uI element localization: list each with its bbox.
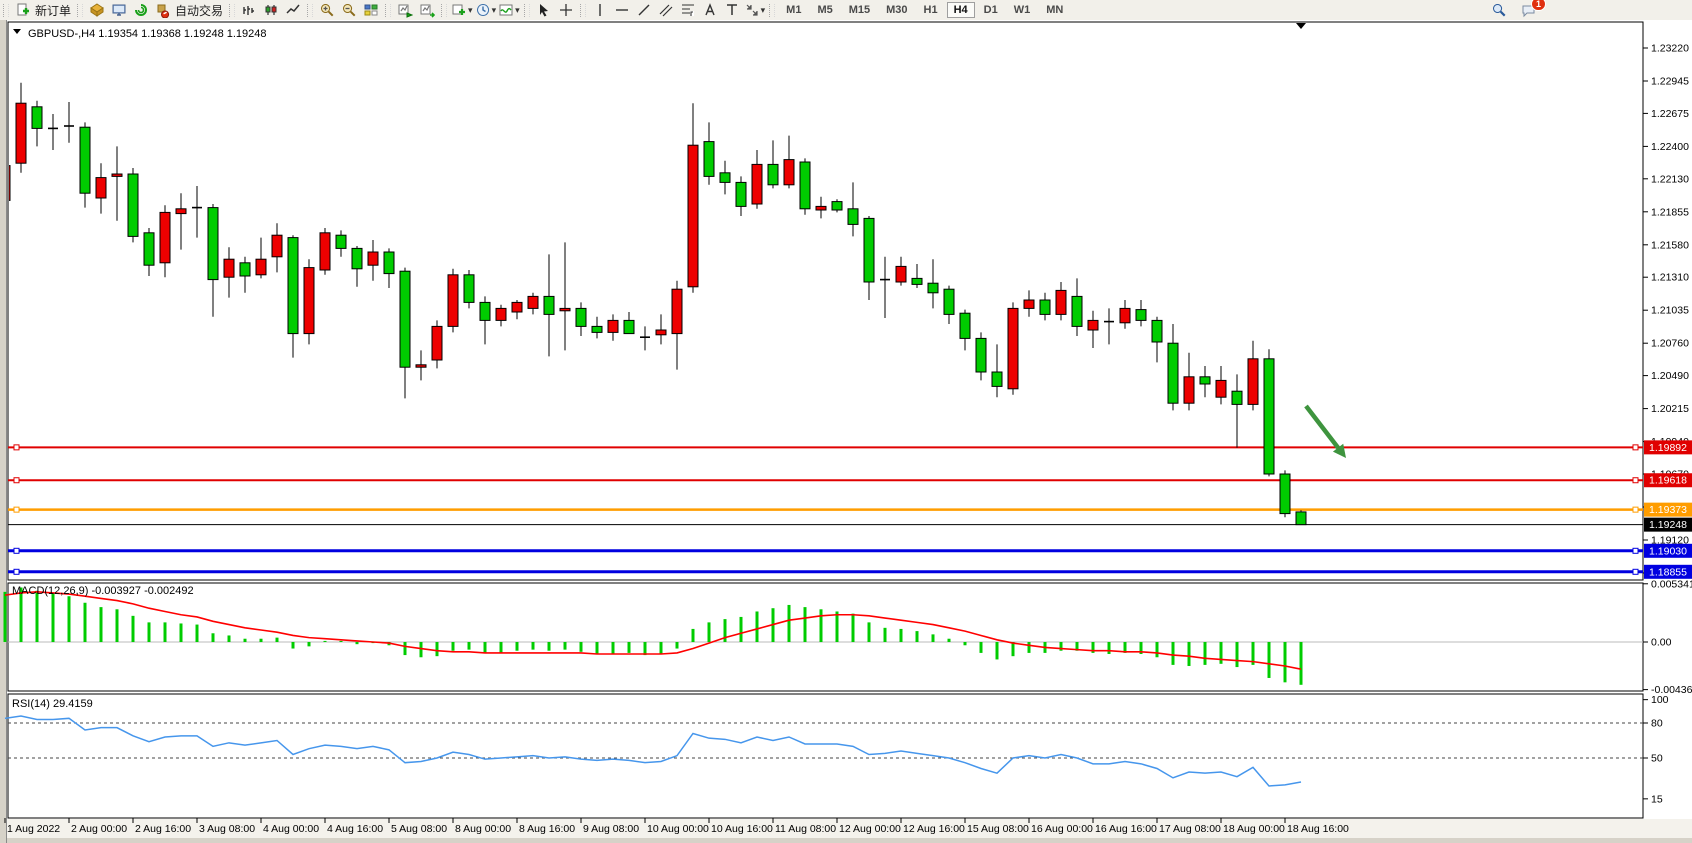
svg-text:15: 15 [1651, 793, 1663, 805]
mt4-window: { "toolbar": { "groups": [ {"items":[{"n… [0, 0, 1692, 843]
svg-text:1.21580: 1.21580 [1651, 239, 1689, 251]
svg-text:1.21310: 1.21310 [1651, 272, 1689, 284]
svg-text:1.18855: 1.18855 [1649, 566, 1687, 578]
svg-text:1.19892: 1.19892 [1649, 442, 1687, 454]
svg-text:11 Aug 08:00: 11 Aug 08:00 [775, 823, 836, 835]
chart-window: 1.23220 1.22945 1.22675 1.22400 1.22130 1.218… [0, 0, 1692, 843]
svg-text:1.20490: 1.20490 [1651, 370, 1689, 382]
svg-text:1.19248: 1.19248 [1649, 519, 1687, 531]
svg-text:1.22675: 1.22675 [1651, 108, 1689, 120]
rsi-label: RSI(14) 29.4159 [12, 698, 93, 710]
svg-text:3 Aug 08:00: 3 Aug 08:00 [199, 823, 255, 835]
svg-text:1.20215: 1.20215 [1651, 403, 1689, 415]
svg-text:8 Aug 00:00: 8 Aug 00:00 [455, 823, 511, 835]
svg-text:17 Aug 08:00: 17 Aug 08:00 [1159, 823, 1221, 835]
svg-text:0.005341: 0.005341 [1651, 578, 1692, 590]
svg-text:15 Aug 08:00: 15 Aug 08:00 [967, 823, 1029, 835]
svg-text:1.21035: 1.21035 [1651, 305, 1689, 317]
svg-text:18 Aug 00:00: 18 Aug 00:00 [1223, 823, 1285, 835]
svg-text:18 Aug 16:00: 18 Aug 16:00 [1287, 823, 1349, 835]
window-bottom-edge [0, 838, 1692, 843]
svg-text:16 Aug 00:00: 16 Aug 00:00 [1031, 823, 1093, 835]
symbol-quote-text: GBPUSD-,H4 1.19354 1.19368 1.19248 1.192… [28, 28, 267, 40]
svg-text:0.00: 0.00 [1651, 637, 1672, 649]
macd-label: MACD(12,26,9) -0.003927 -0.002492 [12, 585, 194, 597]
window-left-edge [0, 20, 6, 843]
svg-text:9 Aug 08:00: 9 Aug 08:00 [583, 823, 639, 835]
svg-text:4 Aug 16:00: 4 Aug 16:00 [327, 823, 383, 835]
svg-text:12 Aug 16:00: 12 Aug 16:00 [903, 823, 965, 835]
svg-text:4 Aug 00:00: 4 Aug 00:00 [263, 823, 319, 835]
svg-text:80: 80 [1651, 717, 1663, 729]
svg-text:5 Aug 08:00: 5 Aug 08:00 [391, 823, 447, 835]
svg-text:100: 100 [1651, 694, 1669, 706]
chart-background [0, 20, 1692, 843]
svg-text:10 Aug 16:00: 10 Aug 16:00 [711, 823, 773, 835]
svg-text:1.21855: 1.21855 [1651, 206, 1689, 218]
svg-text:1 Aug 2022: 1 Aug 2022 [7, 823, 60, 835]
svg-text:16 Aug 16:00: 16 Aug 16:00 [1095, 823, 1157, 835]
svg-text:1.19618: 1.19618 [1649, 475, 1687, 487]
svg-text:50: 50 [1651, 753, 1663, 765]
chart-symbol-header: GBPUSD-,H4 1.19354 1.19368 1.19248 1.192… [13, 28, 267, 40]
svg-text:2 Aug 00:00: 2 Aug 00:00 [71, 823, 127, 835]
svg-text:12 Aug 00:00: 12 Aug 00:00 [839, 823, 901, 835]
svg-text:1.22400: 1.22400 [1651, 141, 1689, 153]
svg-text:8 Aug 16:00: 8 Aug 16:00 [519, 823, 575, 835]
svg-text:1.19373: 1.19373 [1649, 504, 1687, 516]
svg-text:1.20760: 1.20760 [1651, 338, 1689, 350]
svg-text:1.19030: 1.19030 [1649, 545, 1687, 557]
svg-text:1.23220: 1.23220 [1651, 43, 1689, 55]
svg-text:1.22130: 1.22130 [1651, 173, 1689, 185]
svg-text:2 Aug 16:00: 2 Aug 16:00 [135, 823, 191, 835]
svg-text:10 Aug 00:00: 10 Aug 00:00 [647, 823, 709, 835]
svg-text:1.22945: 1.22945 [1651, 76, 1689, 88]
